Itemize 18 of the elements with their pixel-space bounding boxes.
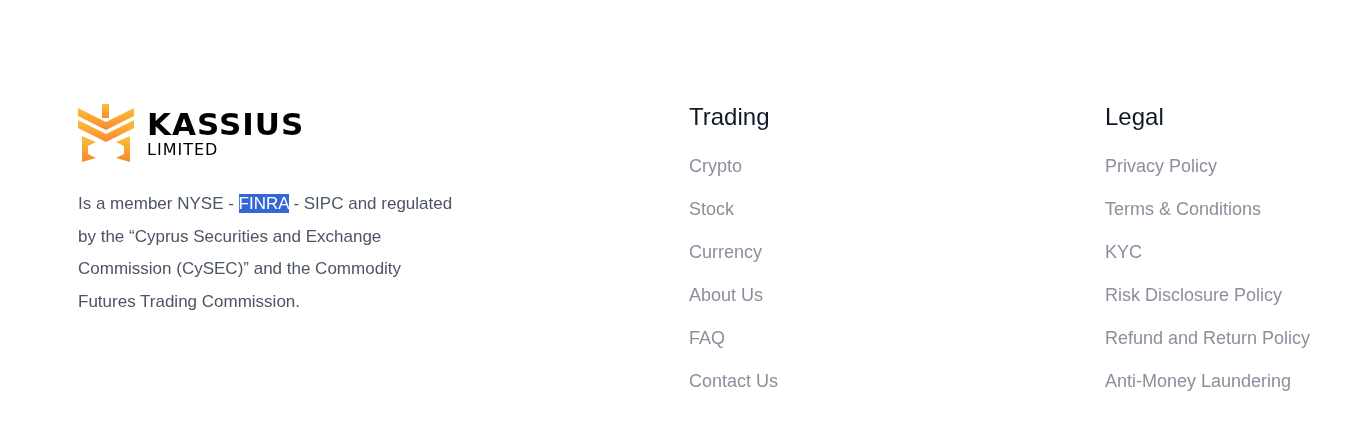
company-description: Is a member NYSE - FINRA - SIPC and regulated by the “Cyprus Securities and Exchange Commission (CySEC)” and the Commodity Futures Trading Commission. (78, 193, 454, 313)
footer-link[interactable]: Stock (689, 198, 735, 221)
footer-link[interactable]: Anti-Money Laundering (1105, 370, 1292, 393)
footer-link[interactable]: Crypto (689, 155, 742, 178)
brand-subtitle: LIMITED (147, 141, 220, 159)
footer-link[interactable]: Contact Us (689, 370, 779, 393)
footer-link[interactable]: Risk Disclosure Policy (1105, 284, 1283, 307)
footer-link[interactable]: About Us (689, 284, 764, 307)
footer-link[interactable]: FAQ (689, 327, 725, 350)
footer-link[interactable]: Privacy Policy (1105, 155, 1218, 178)
column-heading: Trading (689, 104, 771, 130)
logo-icon (78, 104, 134, 162)
column-heading: Legal (1105, 104, 1165, 130)
footer-link[interactable]: Terms & Conditions (1105, 198, 1262, 221)
brand-name: KASSIUS (147, 107, 305, 141)
footer-link[interactable]: KYC (1105, 241, 1142, 264)
footer-link[interactable]: Refund and Return Policy (1105, 327, 1311, 350)
footer-link[interactable]: Currency (689, 241, 763, 264)
